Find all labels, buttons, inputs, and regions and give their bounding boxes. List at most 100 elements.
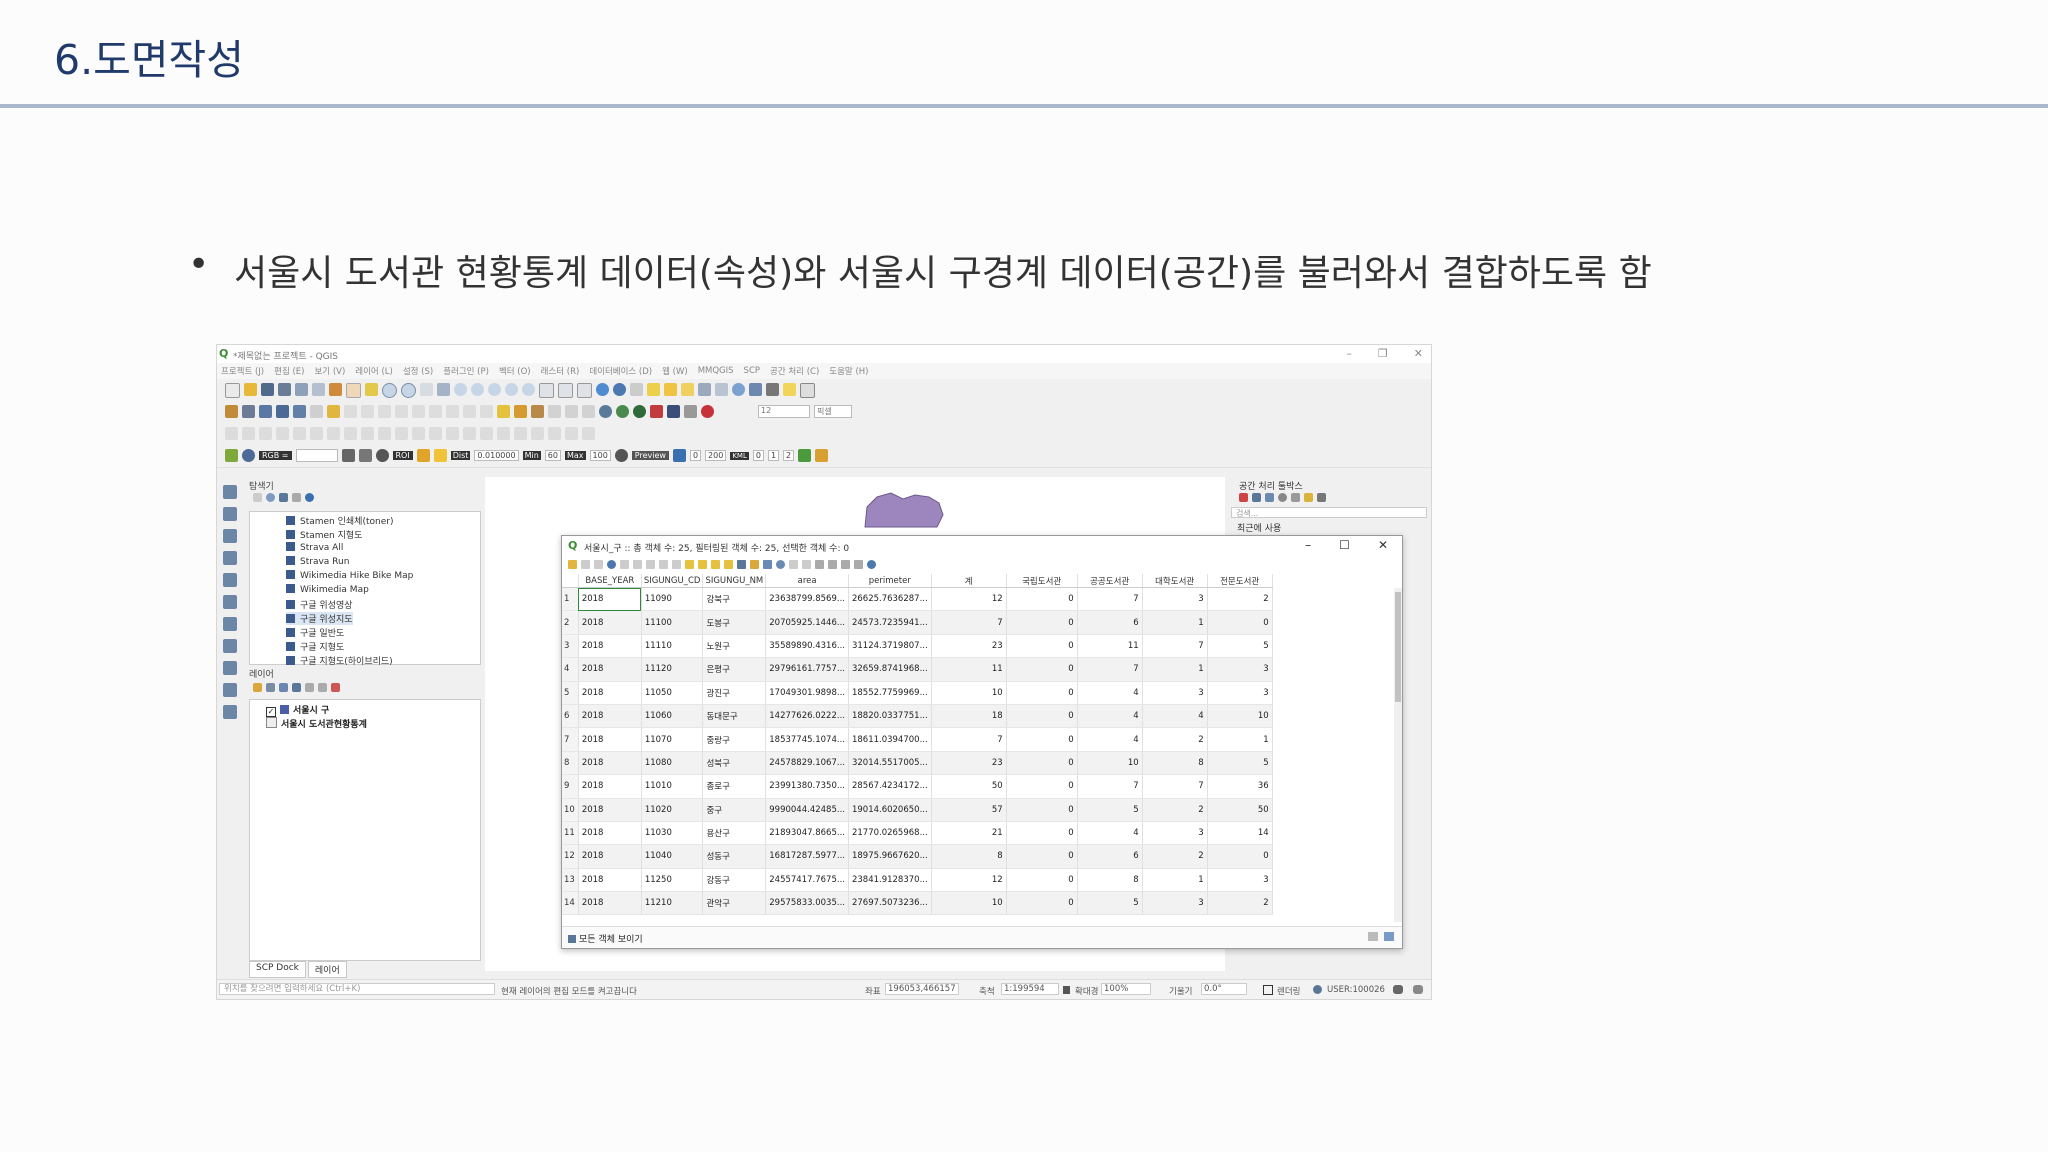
column-header[interactable]: 계 xyxy=(931,574,1007,588)
filter-legend-icon[interactable] xyxy=(292,683,301,692)
table-cell[interactable]: 57 xyxy=(931,798,1007,822)
scp-preview-icon[interactable] xyxy=(672,449,686,462)
table-cell[interactable]: 23 xyxy=(931,634,1007,659)
options-wrench-icon[interactable] xyxy=(1317,493,1326,502)
minimize-button[interactable]: – xyxy=(1346,347,1352,360)
scp-search-icon[interactable] xyxy=(798,449,812,462)
pin-labels-icon[interactable] xyxy=(514,405,527,418)
adv-digitize-icon-15[interactable] xyxy=(463,427,476,440)
font-size-input[interactable]: 12 xyxy=(758,405,810,418)
table-cell[interactable]: 0 xyxy=(1006,751,1078,776)
table-cell[interactable]: 중랑구 xyxy=(702,727,767,752)
column-header[interactable]: 공공도서관 xyxy=(1077,574,1143,588)
table-cell[interactable]: 2018 xyxy=(578,704,642,729)
table-cell[interactable]: 0 xyxy=(1006,891,1078,916)
menu-project[interactable]: 프로젝트 (J) xyxy=(221,365,264,377)
table-cell[interactable]: 종로구 xyxy=(702,774,767,799)
delete-field-icon[interactable] xyxy=(802,559,811,569)
menu-mmqgis[interactable]: MMQGIS xyxy=(698,366,734,376)
column-header[interactable]: 국립도서관 xyxy=(1006,574,1078,588)
table-cell[interactable]: 2018 xyxy=(578,751,642,776)
table-cell[interactable]: 0 xyxy=(1006,844,1078,869)
organize-columns-icon[interactable] xyxy=(815,559,824,569)
layer-item[interactable]: ✓ 서울시 구 xyxy=(266,703,329,717)
table-cell[interactable]: 노원구 xyxy=(702,634,767,659)
scp-tool-icon[interactable] xyxy=(815,449,829,462)
adv-digitize-icon-2[interactable] xyxy=(242,427,255,440)
move-selection-top-icon[interactable] xyxy=(750,559,759,569)
filter-select-icon[interactable] xyxy=(737,559,746,569)
add-raster-layer-icon[interactable] xyxy=(259,405,272,418)
column-header[interactable]: perimeter xyxy=(848,574,932,588)
tab-layers[interactable]: 레이어 xyxy=(307,961,347,978)
table-cell[interactable]: 1 xyxy=(1142,657,1208,682)
cut-rows-icon[interactable] xyxy=(646,559,655,569)
adv-digitize-icon-14[interactable] xyxy=(446,427,459,440)
table-cell[interactable]: 3 xyxy=(1207,681,1273,705)
adv-digitize-icon-3[interactable] xyxy=(259,427,272,440)
table-cell[interactable]: 11050 xyxy=(641,681,704,705)
scp-show-rgb-icon[interactable] xyxy=(341,449,355,462)
add-wms-icon[interactable] xyxy=(293,405,306,418)
pan-to-selection-icon[interactable] xyxy=(365,383,378,396)
row-number-cell[interactable]: 7 xyxy=(562,727,579,752)
scp-zoom-roi-icon[interactable] xyxy=(375,449,389,462)
row-number-cell[interactable]: 12 xyxy=(562,844,579,869)
table-cell[interactable]: 5 xyxy=(1207,634,1273,659)
scp-band-select[interactable] xyxy=(295,449,338,462)
table-cell[interactable]: 24578829.1067... xyxy=(765,751,849,776)
row-number-cell[interactable]: 11 xyxy=(562,821,579,846)
table-cell[interactable]: 8 xyxy=(1077,868,1143,893)
table-cell[interactable]: 0 xyxy=(1006,704,1078,729)
table-cell[interactable]: 2 xyxy=(1142,844,1208,869)
conditional-format-icon[interactable] xyxy=(828,559,837,569)
table-cell[interactable]: 21 xyxy=(931,821,1007,846)
move-label-icon[interactable] xyxy=(548,405,561,418)
table-cell[interactable]: 4 xyxy=(1077,704,1143,729)
table-cell[interactable]: 9990044.42485... xyxy=(765,798,849,822)
table-cell[interactable]: 4 xyxy=(1077,821,1143,846)
table-row[interactable]: 1 2018 11090 강북구 23638799.8569... 26625.76362… xyxy=(562,587,1273,612)
adv-digitize-icon-20[interactable] xyxy=(548,427,561,440)
add-feature-icon[interactable] xyxy=(620,559,629,569)
scp-value-200-input[interactable]: 200 xyxy=(705,450,727,461)
unit-select[interactable]: 픽셀 xyxy=(814,405,852,418)
collapse-layers-icon[interactable] xyxy=(318,683,327,692)
table-cell[interactable]: 21893047.8665... xyxy=(765,821,849,846)
menu-plugins[interactable]: 플러그인 (P) xyxy=(443,365,489,377)
layout-manager-icon[interactable] xyxy=(312,383,325,396)
browser-item[interactable]: Stamen 인쇄체(toner) xyxy=(286,514,393,527)
zoom-last-icon[interactable] xyxy=(505,383,518,396)
redo-icon[interactable] xyxy=(480,405,493,418)
table-row[interactable]: 11 2018 11030 용산구 21893047.8665... 21770.0265… xyxy=(562,821,1273,846)
processing-toolbox-icon[interactable] xyxy=(732,383,745,396)
add-vector-layer-icon[interactable] xyxy=(242,405,255,418)
table-cell[interactable]: 성북구 xyxy=(702,751,767,776)
zoom-full-icon[interactable] xyxy=(437,383,450,396)
column-header[interactable]: area xyxy=(765,574,849,588)
scp-dist-input[interactable]: 0.010000 xyxy=(474,450,519,461)
add-vector-icon[interactable] xyxy=(223,485,237,499)
scp-value-0-input[interactable]: 0 xyxy=(689,450,702,461)
table-cell[interactable]: 11110 xyxy=(641,634,704,659)
multi-edit-icon[interactable] xyxy=(581,559,590,569)
table-cell[interactable]: 23991380.7350... xyxy=(765,774,849,799)
reload-icon[interactable] xyxy=(607,559,616,569)
table-cell[interactable]: 35589890.4316... xyxy=(765,634,849,659)
table-cell[interactable]: 2018 xyxy=(578,774,642,799)
maximize-button[interactable]: ❐ xyxy=(1378,347,1388,360)
vertical-scrollbar[interactable] xyxy=(1394,588,1402,922)
plugin-color-icon[interactable] xyxy=(633,405,646,418)
menu-processing[interactable]: 공간 처리 (C) xyxy=(770,365,819,377)
table-cell[interactable]: 11040 xyxy=(641,844,704,869)
table-cell[interactable]: 11010 xyxy=(641,774,704,799)
crs-globe-icon[interactable] xyxy=(1313,985,1322,994)
rotation-field[interactable]: 0.0° xyxy=(1201,983,1247,995)
adv-digitize-icon-12[interactable] xyxy=(412,427,425,440)
table-cell[interactable]: 11060 xyxy=(641,704,704,729)
column-header[interactable]: 대학도서관 xyxy=(1142,574,1208,588)
zoom-layer-icon[interactable] xyxy=(471,383,484,396)
table-cell[interactable]: 24573.7235941... xyxy=(848,610,932,635)
row-number-cell[interactable]: 6 xyxy=(562,704,579,729)
close-button[interactable]: ✕ xyxy=(1414,347,1423,360)
